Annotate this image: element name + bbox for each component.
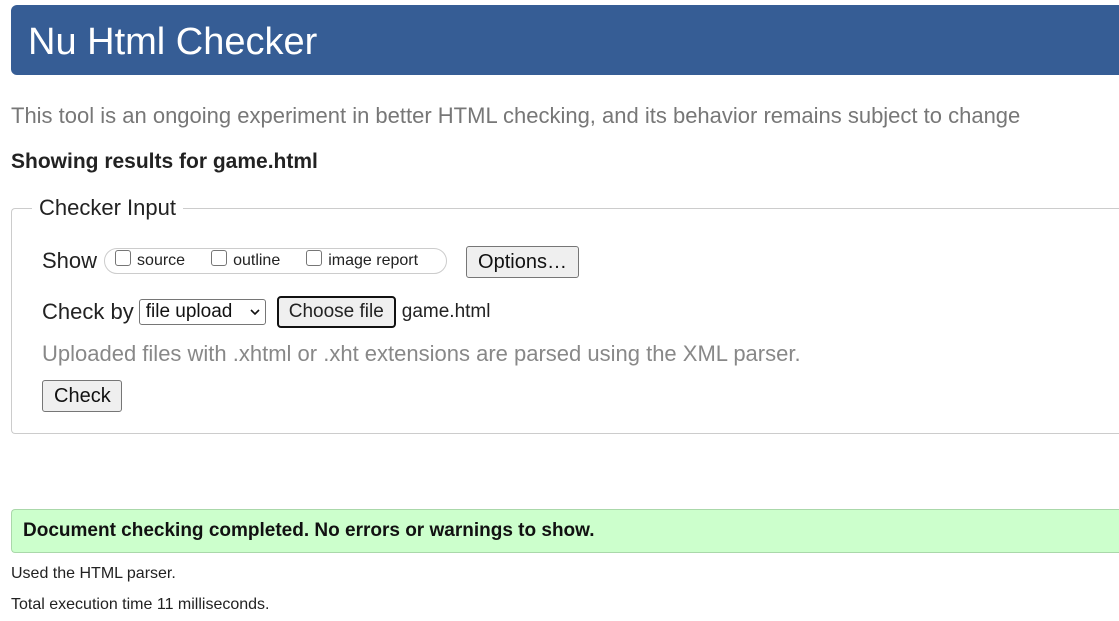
show-image-report-option[interactable]: image report: [306, 250, 419, 270]
show-outline-option[interactable]: outline: [211, 250, 281, 270]
outline-checkbox-label: outline: [233, 252, 281, 269]
choose-file-button[interactable]: Choose file: [276, 296, 396, 328]
checker-input-legend: Checker Input: [39, 195, 176, 220]
intro-text: This tool is an ongoing experiment in be…: [11, 103, 1021, 128]
image-report-checkbox[interactable]: [306, 250, 323, 266]
chosen-file-name: game.html: [401, 301, 491, 322]
check-by-label: Check by: [42, 299, 134, 324]
show-source-option[interactable]: source: [115, 250, 186, 270]
success-message-box: Document checking completed. No errors o…: [11, 509, 1119, 553]
success-message: Document checking completed. No errors o…: [23, 520, 595, 541]
header-bar: Nu Html Checker: [11, 5, 1119, 75]
check-by-select-value: file upload: [145, 301, 233, 322]
execution-time: Total execution time 11 milliseconds.: [11, 596, 270, 613]
image-report-checkbox-label: image report: [328, 252, 419, 269]
check-by-select[interactable]: file upload: [138, 299, 266, 325]
outline-checkbox[interactable]: [211, 250, 228, 266]
showing-results-heading: Showing results for game.html: [11, 150, 318, 173]
xml-parser-hint: Uploaded files with .xhtml or .xht exten…: [42, 341, 801, 366]
options-button[interactable]: Options…: [466, 246, 579, 278]
source-checkbox-label: source: [137, 252, 186, 269]
show-options-group: source outline image report: [104, 248, 448, 274]
parser-note: Used the HTML parser.: [11, 565, 176, 582]
show-row: Show source outline image report: [42, 244, 448, 278]
page-title: Nu Html Checker: [28, 21, 318, 63]
check-button[interactable]: Check: [42, 380, 122, 412]
chevron-down-icon: [250, 309, 260, 316]
check-by-row: Check by file upload Choose file game.ht…: [42, 296, 490, 328]
source-checkbox[interactable]: [115, 250, 132, 266]
show-label: Show: [42, 248, 98, 273]
page: Nu Html Checker This tool is an ongoing …: [0, 0, 1119, 621]
